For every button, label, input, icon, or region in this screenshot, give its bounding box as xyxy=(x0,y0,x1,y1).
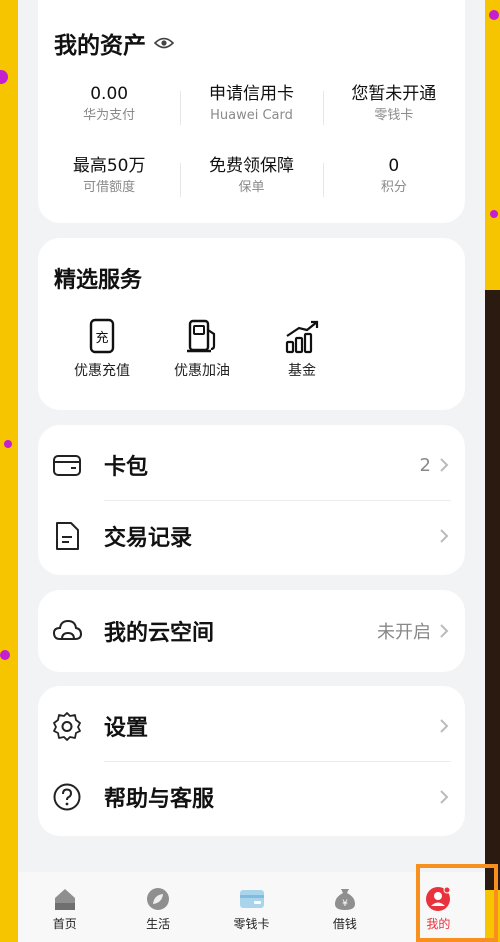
list-item-cloud[interactable]: 我的云空间 未开启 xyxy=(38,596,465,666)
chevron-right-icon xyxy=(440,790,449,804)
chevron-right-icon xyxy=(440,719,449,733)
background-dot xyxy=(489,10,499,20)
app-screen: 我的资产 0.00 华为支付 申请信用卡 Huawei Card 您暂未开通 零… xyxy=(18,0,485,942)
assets-card: 我的资产 0.00 华为支付 申请信用卡 Huawei Card 您暂未开通 零… xyxy=(38,0,465,223)
tab-label: 零钱卡 xyxy=(233,917,270,931)
services-card: 精选服务 充 优惠充值 优惠加油 基金 xyxy=(38,238,465,410)
background-dot xyxy=(490,210,498,218)
help-icon xyxy=(53,783,81,811)
list-item-settings[interactable]: 设置 xyxy=(38,691,465,761)
stat-huawei-pay[interactable]: 0.00 华为支付 xyxy=(38,83,180,133)
life-icon xyxy=(147,888,170,910)
tab-borrow[interactable]: ¥ 借钱 xyxy=(298,872,391,942)
svg-text:充: 充 xyxy=(95,330,108,346)
fuel-icon xyxy=(187,319,216,353)
document-icon xyxy=(56,522,79,550)
tab-life[interactable]: 生活 xyxy=(111,872,204,942)
list-item-help[interactable]: 帮助与客服 xyxy=(38,762,465,832)
stat-value: 0.00 xyxy=(90,84,129,104)
stat-value: 您暂未开通 xyxy=(351,84,437,104)
service-fund[interactable]: 基金 xyxy=(267,318,337,380)
stat-label: 零钱卡 xyxy=(374,108,414,123)
stat-credit-card[interactable]: 申请信用卡 Huawei Card xyxy=(180,83,322,133)
chevron-right-icon xyxy=(440,458,449,472)
gear-icon xyxy=(53,712,81,741)
stat-value: 免费领保障 xyxy=(208,156,294,176)
assets-title: 我的资产 xyxy=(54,26,174,60)
settings-card: 设置 帮助与客服 xyxy=(38,686,465,836)
background-dot xyxy=(0,650,10,660)
tab-label: 首页 xyxy=(52,917,77,931)
cloud-card: 我的云空间 未开启 xyxy=(38,590,465,672)
stat-label: 积分 xyxy=(380,180,407,195)
tab-label: 借钱 xyxy=(332,917,357,931)
card-count: 2 xyxy=(419,454,431,476)
stat-label: 可借额度 xyxy=(83,180,136,195)
cloud-status: 未开启 xyxy=(377,622,431,643)
stat-loan-limit[interactable]: 最高50万 可借额度 xyxy=(38,155,180,205)
list-item-label: 交易记录 xyxy=(104,526,193,551)
highlight-box xyxy=(416,864,498,942)
stat-wallet-card[interactable]: 您暂未开通 零钱卡 xyxy=(322,83,465,133)
home-icon xyxy=(54,889,75,910)
stat-value: 申请信用卡 xyxy=(208,84,294,104)
list-item-transactions[interactable]: 交易记录 xyxy=(38,501,465,571)
list-item-label: 帮助与客服 xyxy=(104,787,215,812)
stat-points[interactable]: 0 积分 xyxy=(322,155,465,205)
background-dot xyxy=(0,70,8,84)
list-item-card-pack[interactable]: 卡包 2 xyxy=(38,430,465,500)
card-pack-card: 卡包 2 交易记录 xyxy=(38,425,465,575)
wallet-icon xyxy=(53,455,81,476)
bottom-tab-bar: 首页 生活 零钱卡 ¥ 借钱 我的 xyxy=(18,872,485,942)
chevron-right-icon xyxy=(440,624,449,638)
stat-value: 0 xyxy=(388,156,400,176)
service-fuel[interactable]: 优惠加油 xyxy=(167,318,237,380)
background-dot xyxy=(4,440,12,448)
stat-label: Huawei Card xyxy=(210,108,293,123)
card-icon xyxy=(239,890,264,908)
service-recharge[interactable]: 充 优惠充值 xyxy=(67,318,137,380)
list-item-label: 卡包 xyxy=(104,455,149,480)
service-label: 优惠充值 xyxy=(74,363,130,379)
stat-insurance[interactable]: 免费领保障 保单 xyxy=(180,155,322,205)
eye-icon[interactable] xyxy=(154,36,174,50)
cloud-icon xyxy=(52,619,82,640)
assets-stats: 0.00 华为支付 申请信用卡 Huawei Card 您暂未开通 零钱卡 最高… xyxy=(38,83,465,227)
service-label: 基金 xyxy=(288,363,316,379)
service-label: 优惠加油 xyxy=(174,363,230,379)
stat-label: 保单 xyxy=(238,180,265,195)
svg-text:¥: ¥ xyxy=(342,899,348,909)
tab-wallet-card[interactable]: 零钱卡 xyxy=(205,872,298,942)
money-bag-icon: ¥ xyxy=(334,889,355,910)
chevron-right-icon xyxy=(440,529,449,543)
stat-label: 华为支付 xyxy=(83,108,136,123)
phone-recharge-icon: 充 xyxy=(89,318,115,354)
stat-value: 最高50万 xyxy=(72,156,146,176)
fund-chart-icon xyxy=(285,320,319,354)
list-item-label: 设置 xyxy=(104,716,149,741)
tab-home[interactable]: 首页 xyxy=(18,872,111,942)
list-item-label: 我的云空间 xyxy=(104,621,215,646)
services-title: 精选服务 xyxy=(54,268,143,293)
tab-label: 生活 xyxy=(146,917,171,931)
